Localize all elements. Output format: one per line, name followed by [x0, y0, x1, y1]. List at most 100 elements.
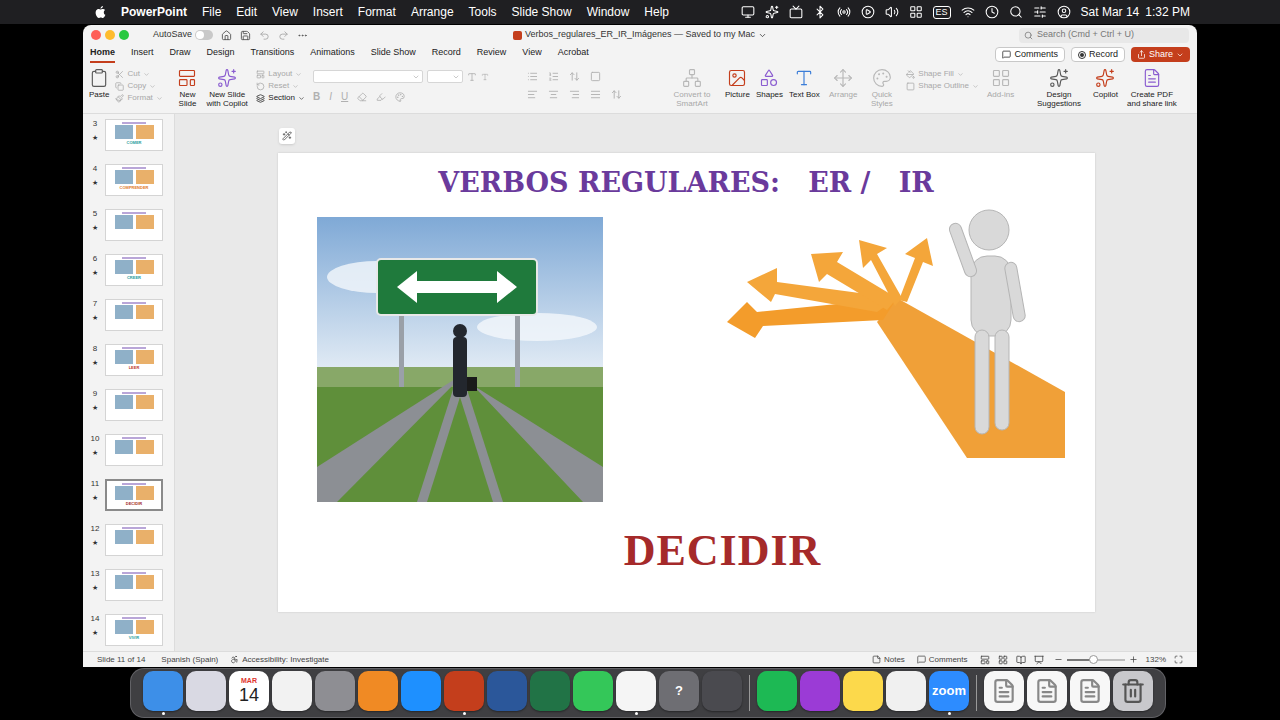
menu-item[interactable]: Tools	[469, 3, 497, 21]
ribbon-small-button[interactable]: Section	[256, 93, 305, 103]
slide-thumbnail-row[interactable]: 8★LEER	[83, 341, 174, 386]
slide-thumbnail-row[interactable]: 10★	[83, 431, 174, 476]
minimize-button[interactable]	[105, 30, 115, 40]
status-menu-icon[interactable]	[985, 5, 999, 19]
align-icon[interactable]	[569, 89, 580, 100]
menu-item[interactable]: Help	[644, 3, 669, 21]
ribbon-small-button[interactable]: Shape Outline	[906, 81, 979, 91]
slide-thumbnail[interactable]	[105, 524, 163, 556]
highlight-icon[interactable]	[376, 92, 386, 102]
dock-app[interactable]: ?	[659, 671, 699, 715]
paragraph-icon[interactable]	[527, 71, 538, 82]
language[interactable]: Spanish (Spain)	[161, 654, 218, 666]
slide-thumbnail[interactable]: DECIDIR	[105, 479, 163, 511]
share-button[interactable]: Share	[1131, 47, 1190, 62]
dock-app[interactable]	[1113, 671, 1153, 715]
close-button[interactable]	[91, 30, 101, 40]
ribbon-tab[interactable]: Acrobat	[558, 46, 589, 63]
paragraph-icon[interactable]	[548, 71, 559, 82]
dock-app[interactable]	[272, 671, 312, 715]
dock-app[interactable]: MAR14	[229, 671, 269, 715]
slide-thumbnail-row[interactable]: 7★	[83, 296, 174, 341]
menu-item[interactable]: Slide Show	[512, 3, 572, 21]
format-button[interactable]: B	[313, 89, 320, 104]
font-name-field[interactable]	[313, 70, 423, 83]
ribbon-tab[interactable]: View	[522, 46, 541, 63]
menu-item[interactable]: Insert	[313, 3, 343, 21]
ribbon-button[interactable]: Copilot	[1093, 68, 1118, 99]
ribbon-button[interactable]: Design Suggestions	[1031, 68, 1087, 108]
status-menu-icon[interactable]	[909, 5, 923, 19]
slide-thumbnail-row[interactable]: 13★	[83, 566, 174, 611]
notes-button[interactable]: Notes	[872, 654, 905, 666]
sorter-view-icon[interactable]	[998, 655, 1008, 665]
font-size-field[interactable]	[427, 70, 463, 83]
zoom-in-icon[interactable]	[1129, 655, 1138, 664]
slide-thumbnail[interactable]: CREER	[105, 254, 163, 286]
status-menu-icon[interactable]	[1009, 5, 1023, 19]
record-button[interactable]: Record	[1071, 47, 1125, 62]
status-menu-icon[interactable]	[1033, 5, 1047, 19]
ribbon-tab[interactable]: Design	[207, 46, 235, 63]
slide-thumbnail[interactable]	[105, 389, 163, 421]
more-icon[interactable]	[297, 30, 308, 41]
dock-app[interactable]	[186, 671, 226, 715]
dock-app[interactable]	[401, 671, 441, 715]
status-menu-icon[interactable]	[765, 5, 779, 19]
ribbon-button[interactable]: Paste	[89, 68, 109, 99]
slide-thumbnail-row[interactable]: 3★COMER	[83, 116, 174, 161]
dock-app[interactable]	[843, 671, 883, 715]
status-menu-icon[interactable]	[961, 5, 975, 19]
app-menu[interactable]: PowerPoint	[121, 3, 187, 21]
ribbon-button[interactable]: Picture	[725, 68, 750, 99]
status-menu-icon[interactable]	[885, 5, 899, 19]
apple-icon[interactable]	[94, 5, 106, 19]
align-icon[interactable]	[611, 89, 622, 100]
align-icon[interactable]	[527, 89, 538, 100]
ribbon-tab[interactable]: Slide Show	[371, 46, 416, 63]
slide-word[interactable]: DECIDIR	[608, 523, 838, 579]
status-menu-icon[interactable]	[861, 5, 875, 19]
slide-thumbnail-row[interactable]: 12★	[83, 521, 174, 566]
ribbon-tab[interactable]: Animations	[310, 46, 355, 63]
dock-app[interactable]	[1027, 671, 1067, 715]
zoom-level[interactable]: 132%	[1146, 654, 1166, 666]
menu-item[interactable]: Format	[358, 3, 396, 21]
slide-thumbnail[interactable]: VIVIR	[105, 614, 163, 646]
format-button[interactable]: U	[341, 89, 348, 104]
ribbon-button[interactable]: Quick Styles	[863, 68, 900, 108]
slide-thumbnail[interactable]	[105, 209, 163, 241]
zoom-out-icon[interactable]	[1054, 655, 1063, 664]
dock-app[interactable]	[984, 671, 1024, 715]
menu-item[interactable]: View	[272, 3, 298, 21]
ribbon-tab[interactable]: Insert	[131, 46, 154, 63]
undo-icon[interactable]	[259, 30, 270, 41]
status-menu-icon[interactable]	[741, 5, 755, 19]
ribbon-tab[interactable]: Review	[477, 46, 507, 63]
font-color-icon[interactable]	[395, 92, 405, 102]
zoom-slider[interactable]	[1067, 659, 1125, 661]
menu-item[interactable]: Window	[587, 3, 630, 21]
slide-thumbnail[interactable]: COMPRENDER	[105, 164, 163, 196]
search-field[interactable]: Search (Cmd + Ctrl + U)	[1019, 28, 1189, 43]
shrink-font-icon[interactable]	[481, 73, 489, 81]
menu-item[interactable]: Edit	[236, 3, 257, 21]
grow-font-icon[interactable]	[467, 72, 477, 82]
fit-icon[interactable]	[1174, 655, 1183, 664]
status-menu-icon[interactable]	[837, 5, 851, 19]
slideshow-icon[interactable]	[1034, 655, 1044, 665]
paragraph-icon[interactable]	[590, 71, 601, 82]
slide-thumbnail-row[interactable]: 6★CREER	[83, 251, 174, 296]
status-menu-icon[interactable]	[813, 5, 827, 19]
slide-thumbnail[interactable]: COMER	[105, 119, 163, 151]
slide-thumbnail-row[interactable]: 5★	[83, 206, 174, 251]
slide-thumbnail[interactable]: LEER	[105, 344, 163, 376]
autosave-toggle[interactable]: AutoSave	[153, 28, 213, 42]
dock-app[interactable]	[886, 671, 926, 715]
slide[interactable]: VERBOS REGULARES: ER / IRDECIDIR	[278, 153, 1095, 612]
ribbon-button[interactable]: Convert to SmartArt	[667, 68, 717, 108]
slide-thumbnail-row[interactable]: 11★DECIDIR	[83, 476, 174, 521]
ribbon-tab[interactable]: Draw	[170, 46, 191, 63]
dock-app[interactable]: zoom	[929, 671, 969, 715]
designer-icon[interactable]	[282, 131, 292, 141]
